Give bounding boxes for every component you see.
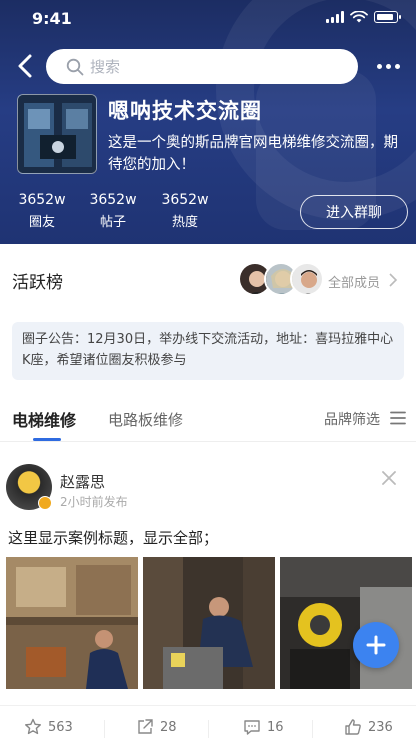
active-tab-indicator (33, 438, 61, 441)
category-tabs: 电梯维修 电路板维修 品牌筛选 (0, 398, 416, 442)
share-icon (138, 719, 153, 734)
stat-value: 3652w (89, 192, 137, 208)
stat-label: 圈友 (28, 215, 55, 230)
stat-members: 3652w 圈友 (17, 192, 67, 230)
comment-button[interactable]: 16 (243, 718, 284, 736)
group-name: 嗯呐技术交流圈 (108, 99, 262, 123)
stat-label: 帖子 (99, 215, 126, 230)
comment-count: 16 (267, 719, 284, 735)
verified-badge-icon (38, 496, 52, 510)
thumbs-up-icon (345, 719, 361, 735)
active-ranking[interactable]: 活跃榜 全部成员 (0, 252, 416, 306)
comment-icon (244, 720, 260, 735)
search-input[interactable]: 搜索 (46, 49, 358, 84)
stat-posts: 3652w 帖子 (88, 192, 138, 230)
status-bar: 9:41 (0, 0, 416, 38)
chevron-right-icon[interactable] (388, 273, 398, 287)
search-icon (66, 58, 84, 75)
plus-icon (366, 635, 386, 655)
more-options-icon[interactable] (377, 64, 400, 69)
group-description: 这是一个奥的斯品牌官网电梯维修交流圈，期待您的加入！ (108, 135, 398, 173)
post-author-name[interactable]: 赵露思 (60, 471, 105, 492)
post-time: 2小时前发布 (60, 495, 128, 509)
tab-circuit-board-repair[interactable]: 电路板维修 (108, 409, 183, 430)
star-icon (25, 718, 41, 735)
join-chat-button[interactable]: 进入群聊 (300, 195, 408, 229)
menu-icon[interactable] (390, 411, 406, 425)
group-header: 9:41 搜索 嗯呐技术交流圈 这是一个奥的斯品牌官网电梯维修交流圈，期待您的加… (0, 0, 416, 244)
favorite-count: 563 (48, 719, 73, 735)
post-photo[interactable] (280, 557, 412, 689)
avatar[interactable] (290, 262, 324, 296)
status-time: 9:41 (32, 9, 72, 28)
divider (312, 720, 313, 738)
like-button[interactable]: 236 (344, 718, 393, 736)
add-post-button[interactable] (353, 622, 399, 668)
tab-elevator-repair[interactable]: 电梯维修 (12, 407, 76, 431)
group-cover-image (17, 94, 97, 174)
like-count: 236 (368, 719, 393, 735)
group-notice: 圈子公告：12月30日，举办线下交流活动，地址：喜玛拉雅中心K座，希望诸位圈友积… (12, 322, 404, 380)
back-arrow-icon[interactable] (12, 52, 40, 80)
battery-icon (374, 11, 401, 23)
post-action-bar: 563 28 16 236 (0, 705, 416, 743)
favorite-button[interactable]: 563 (24, 718, 73, 736)
status-icons (326, 11, 401, 23)
all-members-link[interactable]: 全部成员 (328, 272, 380, 291)
post-photo[interactable] (6, 557, 138, 689)
stat-value: 3652w (18, 192, 66, 208)
share-count: 28 (160, 719, 177, 735)
active-member-avatars[interactable] (238, 262, 324, 296)
divider (104, 720, 105, 738)
brand-filter-button[interactable]: 品牌筛选 (324, 409, 380, 429)
post-title[interactable]: 这里显示案例标题，显示全部； (8, 527, 218, 548)
divider (208, 720, 209, 738)
active-ranking-title: 活跃榜 (12, 273, 63, 293)
stat-label: 热度 (171, 215, 198, 230)
stat-heat: 3652w 热度 (160, 192, 210, 230)
signal-icon (326, 11, 344, 23)
post-photo[interactable] (143, 557, 275, 689)
stat-value: 3652w (161, 192, 209, 208)
close-icon[interactable] (382, 471, 396, 485)
search-placeholder: 搜索 (90, 58, 121, 76)
share-button[interactable]: 28 (136, 718, 177, 736)
wifi-icon (350, 11, 368, 23)
